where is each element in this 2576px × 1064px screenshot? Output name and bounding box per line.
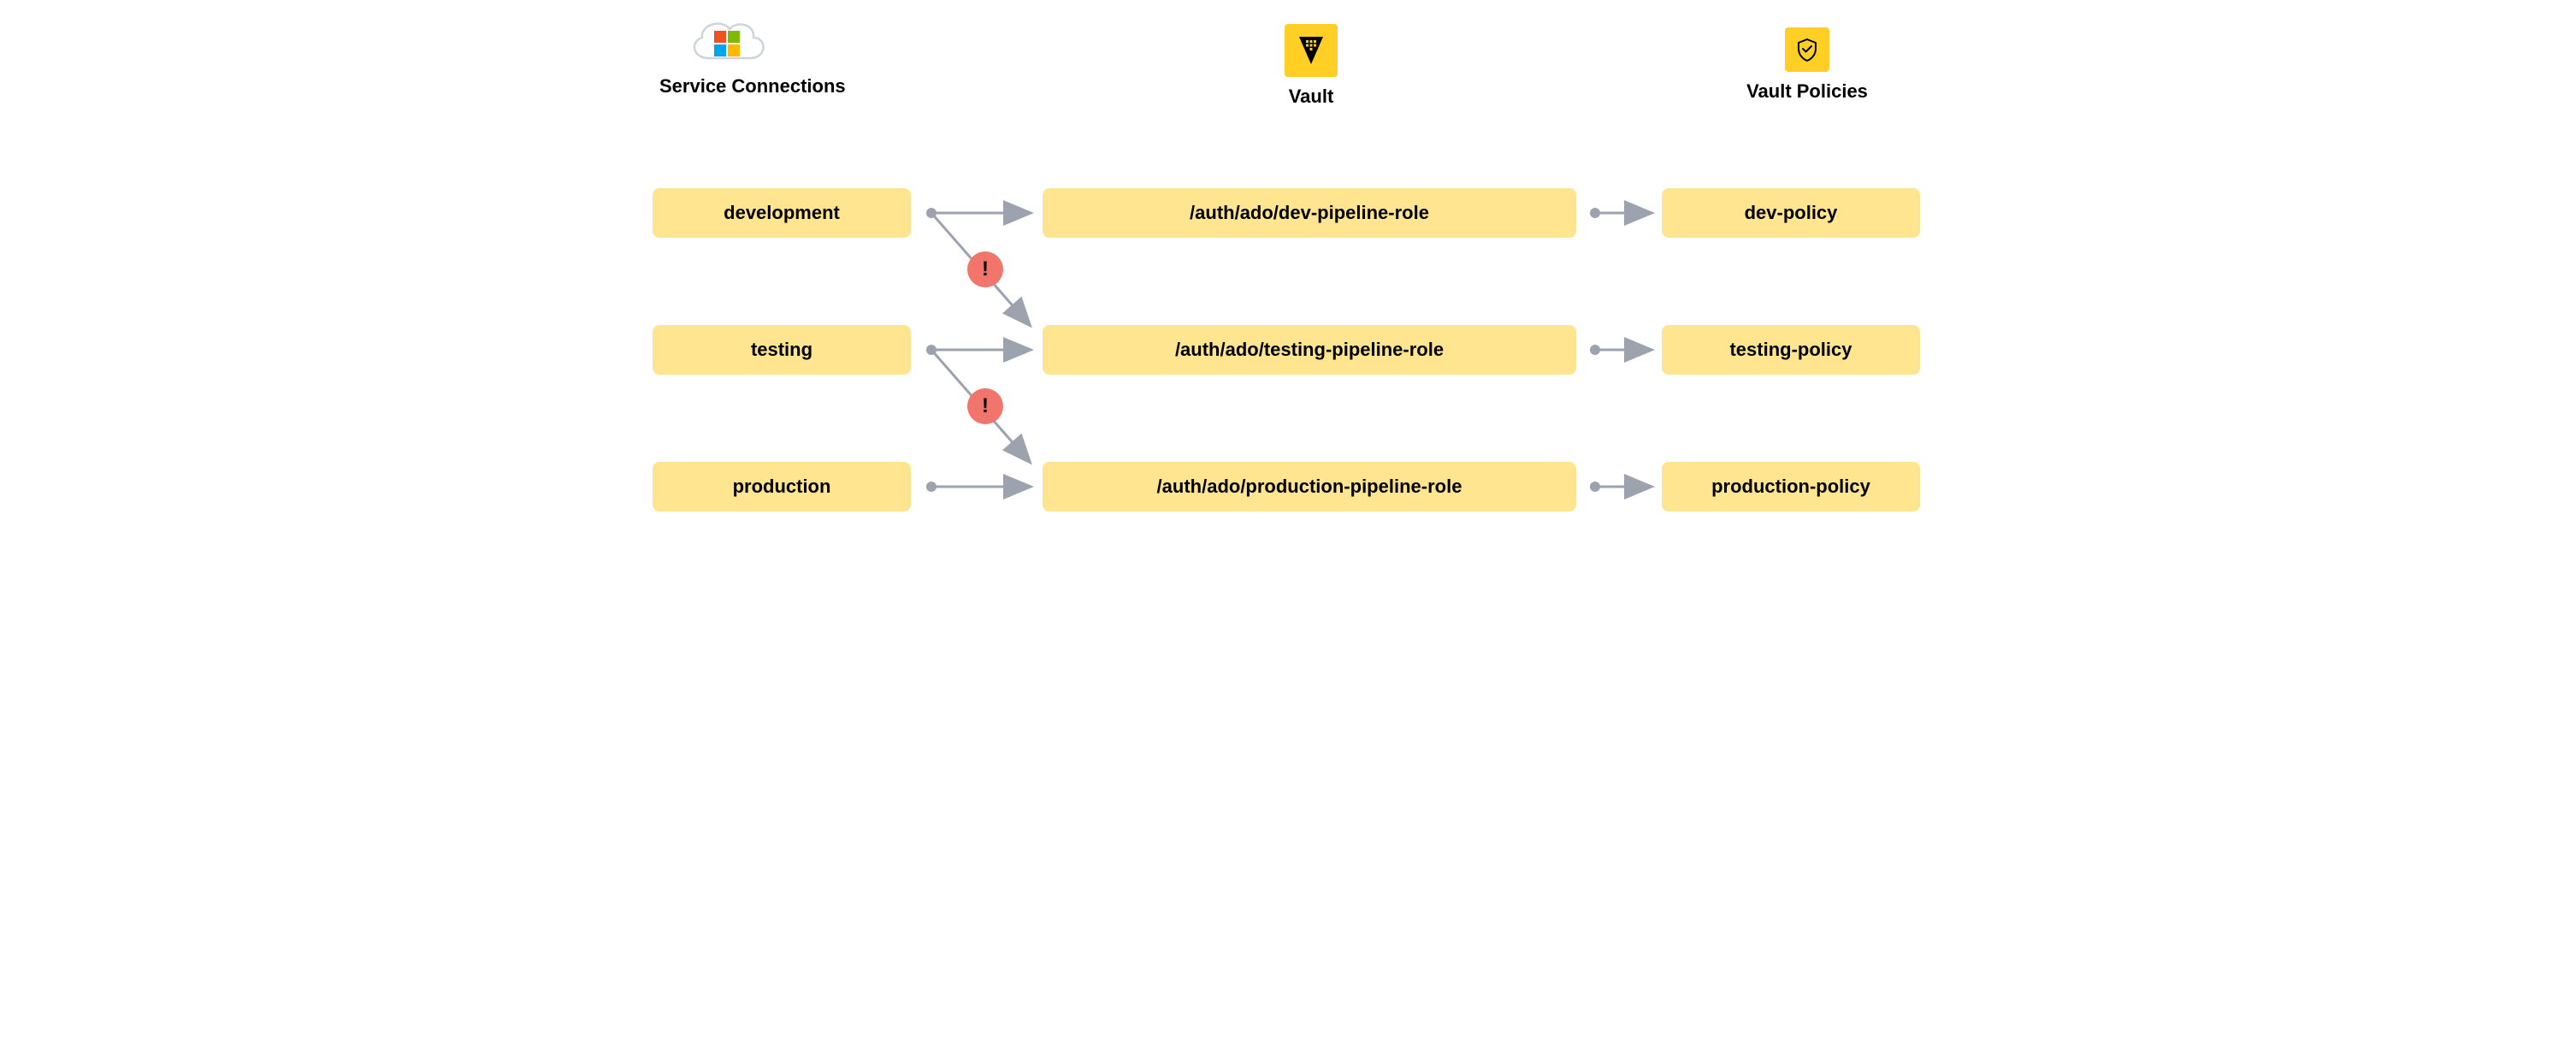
alert-icon: ! [967,388,1003,424]
connectors [644,0,1932,532]
diagram-canvas: Service Connections Vault [644,0,1932,532]
alert-icon: ! [967,251,1003,287]
